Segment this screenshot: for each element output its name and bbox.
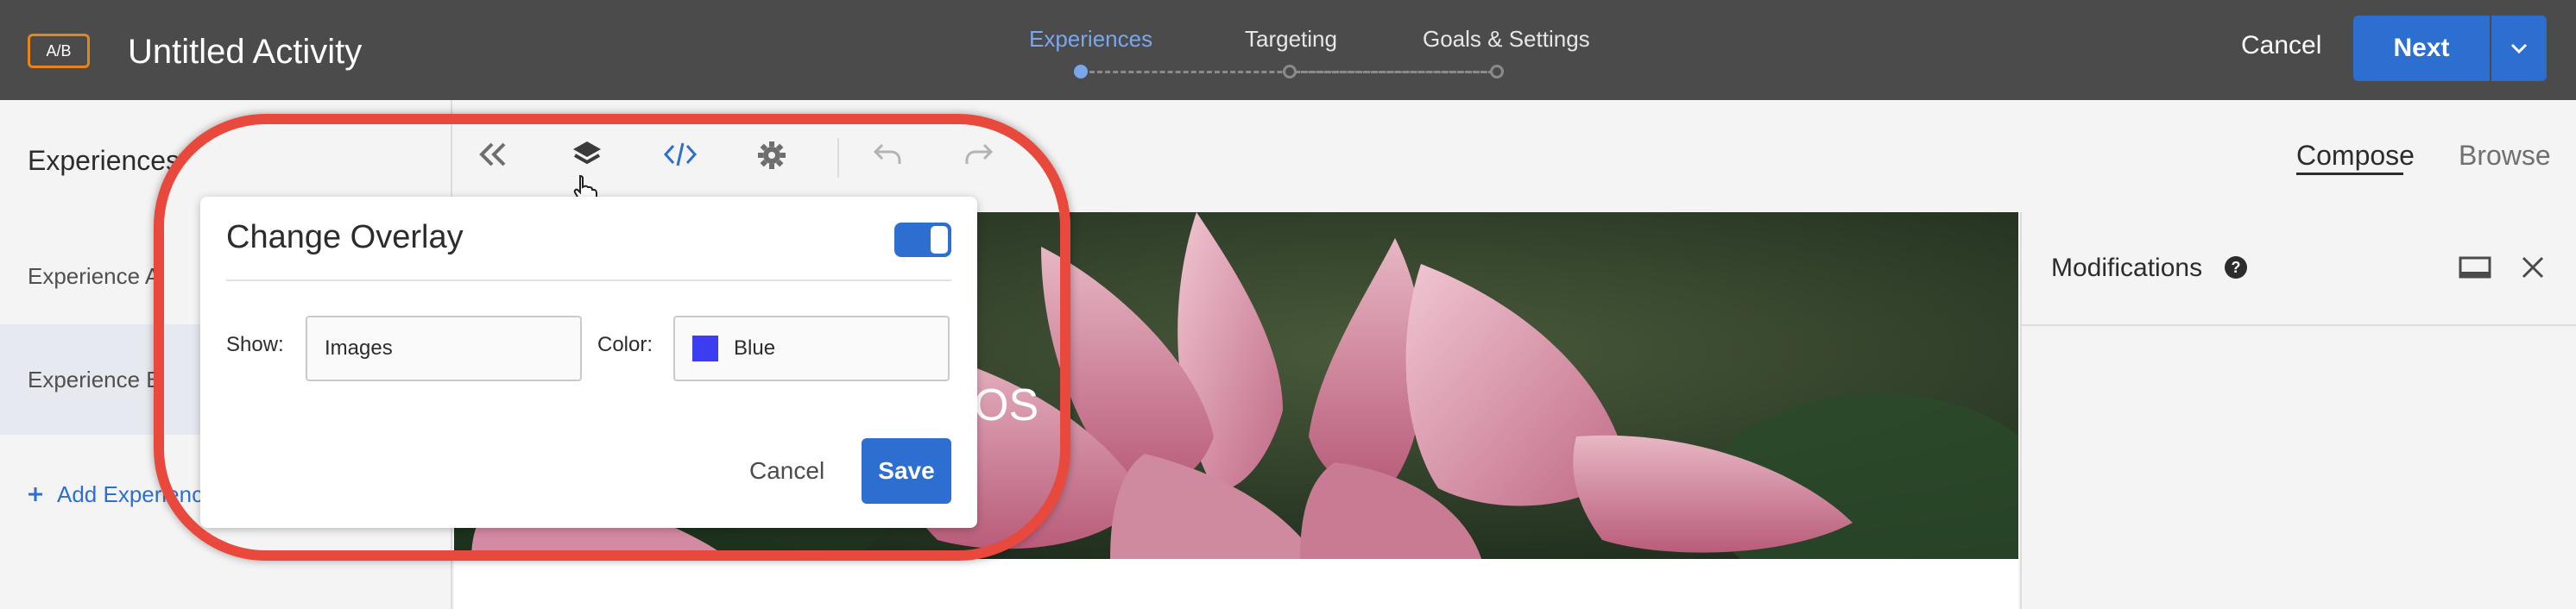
device-preview-icon[interactable] [2459, 255, 2491, 286]
step-connector [1295, 71, 1495, 73]
app-root: A/B Untitled Activity Experiences Target… [0, 0, 2576, 609]
tab-compose-active-indicator [2296, 173, 2403, 175]
tab-compose[interactable]: Compose [2296, 140, 2415, 172]
tab-browse[interactable]: Browse [2459, 140, 2551, 172]
header-cancel-button[interactable]: Cancel [2241, 31, 2321, 60]
modifications-title: Modifications [2051, 254, 2203, 282]
step-goals-settings[interactable]: Goals & Settings [1423, 26, 1590, 53]
modifications-panel: Modifications ? [2020, 212, 2576, 609]
svg-text:?: ? [2232, 259, 2241, 276]
chevron-down-icon [2510, 43, 2528, 53]
sidebar-title: Experiences [28, 145, 180, 176]
next-button[interactable]: Next [2353, 16, 2490, 81]
plus-icon [28, 481, 43, 508]
activity-title[interactable]: Untitled Activity [128, 33, 362, 72]
help-icon[interactable]: ? [2224, 255, 2248, 284]
step-experiences[interactable]: Experiences [1029, 26, 1152, 53]
close-icon[interactable] [2521, 255, 2545, 284]
next-dropdown-button[interactable] [2491, 16, 2547, 81]
activity-type-badge: A/B [28, 34, 90, 68]
modifications-header: Modifications ? [2022, 212, 2576, 326]
callout-highlight-outline [154, 114, 1070, 561]
step-targeting[interactable]: Targeting [1245, 26, 1337, 53]
step-dot-goals [1490, 65, 1504, 78]
step-dot-experiences [1074, 65, 1088, 78]
page-preview-content [454, 559, 2018, 609]
step-dot-targeting [1283, 65, 1297, 78]
top-header: A/B Untitled Activity Experiences Target… [0, 0, 2576, 100]
